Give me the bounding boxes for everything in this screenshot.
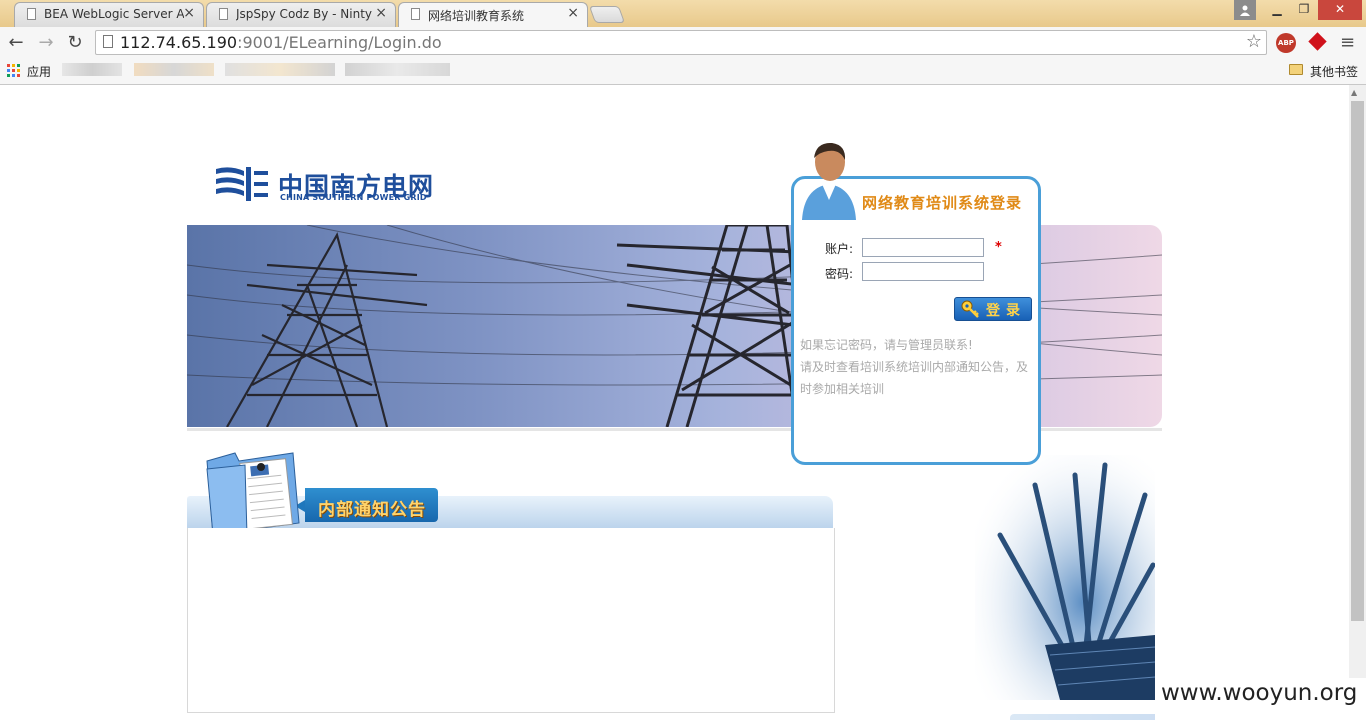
extension-icon[interactable] [1308, 32, 1327, 51]
apps-icon[interactable] [7, 64, 20, 77]
apps-label[interactable]: 应用 [27, 63, 51, 80]
page-icon [103, 35, 113, 48]
document-folder-icon [206, 452, 300, 536]
notice-tip-line2: 时参加相关培训 [800, 382, 885, 396]
menu-icon[interactable]: ≡ [1340, 32, 1355, 53]
tab-weblogic[interactable]: BEA WebLogic Server Ad × [14, 2, 204, 27]
username-input[interactable] [862, 238, 984, 257]
scroll-up-arrow[interactable]: ▲ [1351, 88, 1357, 97]
tab-title: BEA WebLogic Server Ad [44, 7, 184, 21]
blurred-bookmark[interactable] [134, 63, 214, 76]
notice-tip-line1: 请及时查看培训系统培训内部通知公告，及 [800, 360, 1029, 374]
key-icon [961, 300, 979, 318]
notice-title: 内部通知公告 [318, 500, 426, 520]
new-tab-button[interactable] [588, 6, 626, 23]
tab-strip [0, 0, 1366, 27]
close-tab-icon[interactable]: × [375, 5, 387, 21]
logo-mark-icon [216, 167, 268, 201]
tab-title: JspSpy Codz By - Ninty [236, 7, 373, 21]
login-title: 网络教育培训系统登录 [862, 194, 1023, 212]
username-label: 账户: [825, 242, 854, 256]
adblock-icon[interactable]: ABP [1276, 33, 1296, 53]
notice-list [187, 528, 835, 713]
url-text[interactable]: 112.74.65.190:9001/ELearning/Login.do [120, 33, 442, 52]
pencil-cup-image [975, 455, 1155, 700]
browser-toolbar: ← → ↻ 112.74.65.190:9001/ELearning/Login… [0, 27, 1366, 59]
address-bar[interactable]: 112.74.65.190:9001/ELearning/Login.do ☆ [95, 30, 1267, 55]
back-icon[interactable]: ← [5, 32, 27, 54]
bookmarks-bar: 应用 其他书签 [0, 59, 1366, 85]
folder-icon[interactable] [1289, 64, 1303, 75]
minimize-button[interactable]: ▁ [1264, 0, 1290, 20]
close-tab-icon[interactable]: × [567, 5, 579, 21]
reload-icon[interactable]: ↻ [64, 32, 86, 54]
watermark: www.wooyun.org [1155, 678, 1366, 720]
forgot-password-tip: 如果忘记密码，请与管理员联系! [800, 338, 973, 352]
blurred-bookmark[interactable] [62, 63, 122, 76]
login-button[interactable]: 登录 [954, 297, 1032, 321]
required-mark: * [995, 240, 1002, 255]
user-avatar-icon [802, 142, 856, 220]
logo-english-text: CHINA SOUTHERN POWER GRID [280, 193, 427, 202]
page-icon [27, 8, 36, 20]
login-button-label: 登录 [986, 303, 1026, 319]
scrollbar-thumb[interactable] [1351, 101, 1364, 621]
restore-button[interactable]: ❐ [1291, 0, 1317, 20]
other-bookmarks[interactable]: 其他书签 [1310, 63, 1358, 80]
tab-jspspy[interactable]: JspSpy Codz By - Ninty × [206, 2, 396, 27]
password-label: 密码: [825, 267, 854, 281]
forward-icon[interactable]: → [35, 32, 57, 54]
blurred-bookmark[interactable] [225, 63, 335, 76]
tab-elearning[interactable]: 网络培训教育系统 × [398, 2, 588, 28]
close-window-button[interactable]: ✕ [1318, 0, 1362, 20]
tab-title: 网络培训教育系统 [428, 9, 525, 23]
bookmark-star-icon[interactable]: ☆ [1246, 31, 1262, 52]
page-icon [411, 8, 420, 20]
profile-icon[interactable] [1234, 0, 1256, 20]
password-input[interactable] [862, 262, 984, 281]
close-tab-icon[interactable]: × [183, 5, 195, 21]
blurred-bookmark[interactable] [345, 63, 450, 76]
page-icon [219, 8, 228, 20]
